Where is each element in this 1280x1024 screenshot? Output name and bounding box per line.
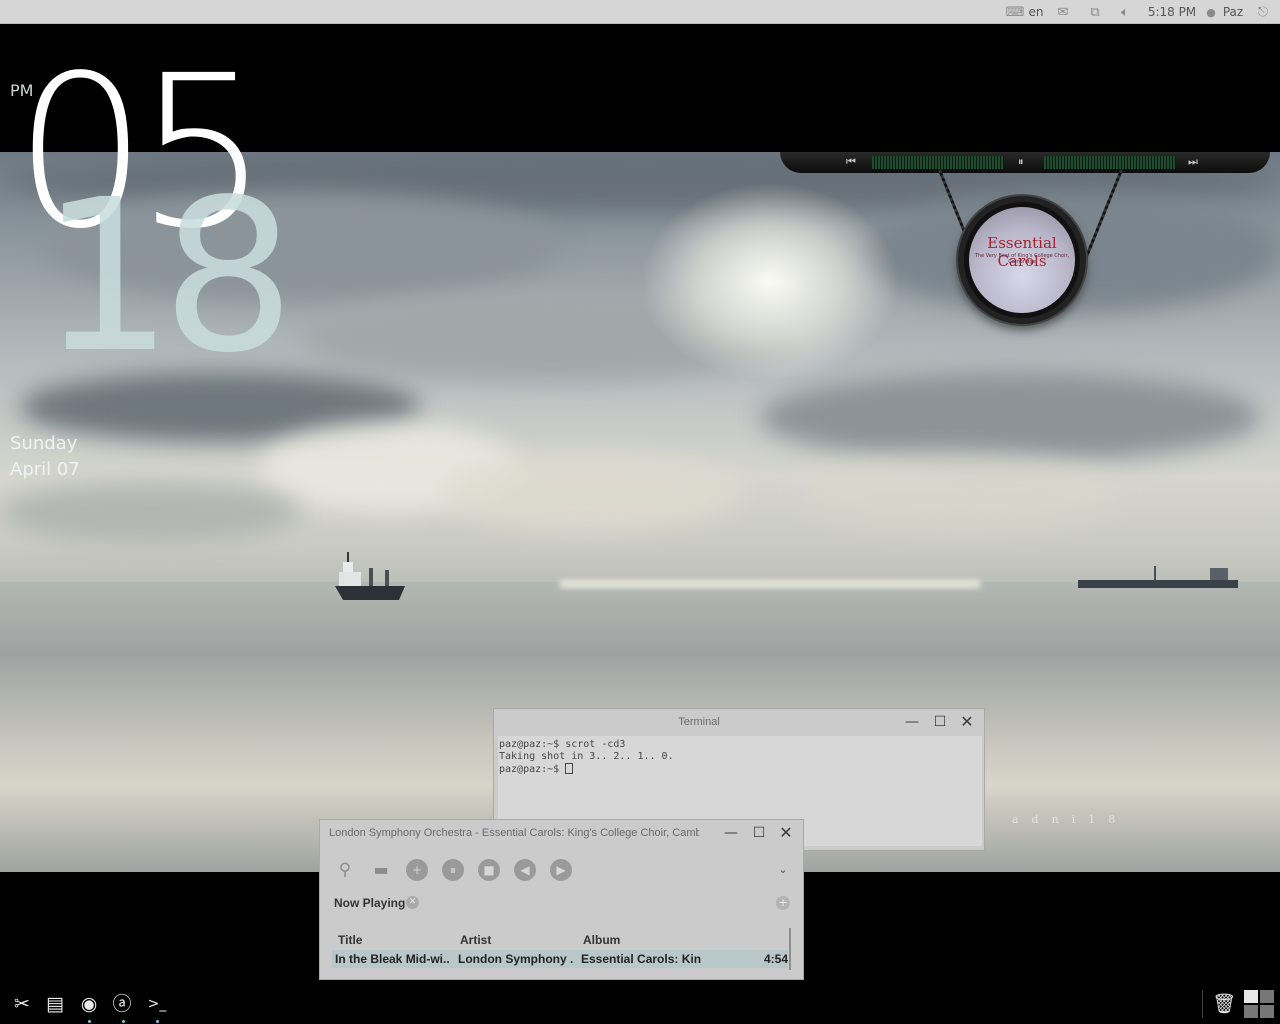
file-manager-icon[interactable]: ▤ [41,990,69,1018]
user-icon: ● [1206,5,1216,19]
track-title: In the Bleak Mid-wi... [335,952,450,966]
keyboard-icon[interactable]: ⌨ [1004,0,1026,24]
tanker-image [1078,566,1238,588]
running-indicator [156,1020,159,1023]
wallpaper-signature: adni18 [1012,813,1129,826]
volume-icon[interactable]: 🔈︎ [1114,0,1136,24]
logout-icon[interactable]: ⎋ [1252,0,1274,24]
track-artist: London Symphony ... [458,952,573,966]
album-cover[interactable]: Essential Carols The Very Best of King's… [969,207,1075,313]
track-album: Essential Carols: Kin... [581,952,701,966]
maximize-icon[interactable]: ☐ [750,824,768,842]
chevron-down-icon[interactable]: ⌄ [772,859,794,881]
panel-clock[interactable]: 5:18 PM [1146,0,1198,24]
running-indicator [122,1020,125,1023]
mail-icon[interactable]: ✉ [1052,0,1074,24]
folder-icon[interactable]: ▬ [370,859,392,881]
ship-image [335,552,405,600]
clock-date: April 07 [10,459,80,480]
add-playlist-icon[interactable]: + [776,896,790,910]
album-cover-subtitle: The Very Best of King's College Choir, C… [974,253,1070,265]
trash-icon[interactable]: 🗑︎ [1210,990,1238,1018]
previous-icon[interactable]: ⏮ [846,154,860,170]
music-player-window[interactable]: London Symphony Orchestra - Essential Ca… [319,819,804,980]
player-title: London Symphony Orchestra - Essential Ca… [329,827,699,839]
previous-icon[interactable]: ◀ [514,859,536,881]
clock-day: Sunday [10,433,78,454]
terminal-icon[interactable]: >_ [143,990,171,1018]
visualizer-right [1044,156,1176,169]
workspaces-icon[interactable] [1244,990,1274,1018]
tab-close-icon[interactable]: ✕ [406,896,419,909]
at-icon[interactable]: ⓐ [108,990,136,1018]
close-icon[interactable]: ✕ [958,713,976,731]
user-name[interactable]: Paz [1218,0,1248,24]
minimize-icon[interactable]: — [722,824,740,842]
column-header-artist[interactable]: Artist [460,933,491,947]
search-icon[interactable]: ⚲ [334,859,356,881]
terminal-cursor [565,763,574,774]
network-icon[interactable]: ⧉ [1084,0,1106,24]
stop-icon[interactable]: ■ [478,859,500,881]
terminal-prompt: paz@paz:~$ [499,764,566,775]
pause-icon[interactable]: ⏸ [442,859,464,881]
minimize-icon[interactable]: — [903,713,921,731]
running-indicator [88,1020,91,1023]
firefox-icon[interactable]: ◉ [75,990,103,1018]
column-header-album[interactable]: Album [583,933,620,947]
track-duration: 4:54 [764,952,789,966]
keyboard-layout[interactable]: en [1026,0,1046,24]
dock-separator [1202,990,1203,1018]
scrollbar[interactable] [789,928,791,970]
terminal-line: Taking shot in 3.. 2.. 1.. 0. [499,751,674,762]
next-icon[interactable]: ⏭ [1188,154,1202,170]
tools-icon[interactable]: ✂ [8,990,36,1018]
clock-minute: 18 [40,154,295,399]
next-icon[interactable]: ▶ [550,859,572,881]
column-header-title[interactable]: Title [338,933,362,947]
pause-icon[interactable]: ⏸ [1018,154,1030,170]
add-icon[interactable]: + [406,859,428,881]
terminal-prompt-line: paz@paz:~$ [499,763,981,776]
tab-now-playing[interactable]: Now Playing [334,896,405,910]
terminal-line: paz@paz:~$ scrot -cd3 [499,739,626,750]
visualizer-left [872,156,1004,169]
top-panel: ⌨ en ✉ ⧉ 🔈︎ 5:18 PM ● Paz ⎋ [0,0,1280,24]
close-icon[interactable]: ✕ [777,824,795,842]
maximize-icon[interactable]: ☐ [931,713,949,731]
